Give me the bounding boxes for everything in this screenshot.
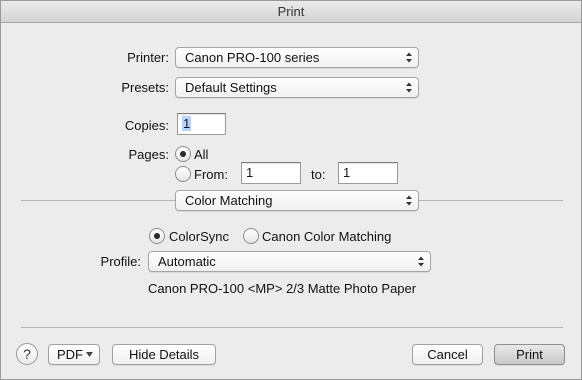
pages-to-field[interactable]: 1 xyxy=(338,162,398,184)
pages-to-value: 1 xyxy=(343,165,351,180)
pages-label: Pages: xyxy=(128,147,169,162)
pages-from-field[interactable]: 1 xyxy=(241,162,301,184)
pages-from-value: 1 xyxy=(246,165,254,180)
profile-popup[interactable]: Automatic xyxy=(148,251,431,272)
presets-popup[interactable]: Default Settings xyxy=(175,77,419,98)
pdf-label: PDF xyxy=(57,347,83,362)
triangle-down-icon xyxy=(86,352,93,357)
profile-description: Canon PRO-100 <MP> 2/3 Matte Photo Paper xyxy=(148,281,417,296)
copies-field[interactable]: 1 xyxy=(177,113,226,135)
presets-value: Default Settings xyxy=(185,80,277,95)
help-icon: ? xyxy=(23,346,31,362)
pages-to-label: to: xyxy=(311,167,326,182)
hide-details-button[interactable]: Hide Details xyxy=(112,344,216,365)
pages-from-label: From: xyxy=(194,167,228,182)
section-popup[interactable]: Color Matching xyxy=(175,190,419,211)
pdf-menu-button[interactable]: PDF xyxy=(48,344,100,365)
section-value: Color Matching xyxy=(185,193,273,208)
colorsync-label: ColorSync xyxy=(169,229,229,244)
printer-label: Printer: xyxy=(127,50,169,65)
pages-from-radio[interactable] xyxy=(175,166,191,182)
updown-arrows-icon xyxy=(406,52,412,63)
footer-divider xyxy=(21,327,563,328)
presets-label: Presets: xyxy=(121,80,169,95)
colorsync-radio[interactable] xyxy=(149,228,165,244)
print-button[interactable]: Print xyxy=(494,344,565,365)
window-title: Print xyxy=(1,1,581,23)
canon-color-matching-label: Canon Color Matching xyxy=(262,229,392,244)
printer-popup[interactable]: Canon PRO-100 series xyxy=(175,47,419,68)
printer-value: Canon PRO-100 series xyxy=(185,50,320,65)
pages-all-radio[interactable] xyxy=(175,146,191,162)
help-button[interactable]: ? xyxy=(16,343,38,365)
print-dialog: Print Printer: Canon PRO-100 series Pres… xyxy=(0,0,582,380)
pages-all-label: All xyxy=(194,147,209,162)
profile-value: Automatic xyxy=(158,254,216,269)
copies-value: 1 xyxy=(182,116,192,131)
cancel-button[interactable]: Cancel xyxy=(412,344,483,365)
updown-arrows-icon xyxy=(418,256,424,267)
profile-label: Profile: xyxy=(100,254,141,269)
canon-color-matching-radio[interactable] xyxy=(243,228,259,244)
copies-label: Copies: xyxy=(124,118,169,133)
updown-arrows-icon xyxy=(406,82,412,93)
updown-arrows-icon xyxy=(406,195,412,206)
